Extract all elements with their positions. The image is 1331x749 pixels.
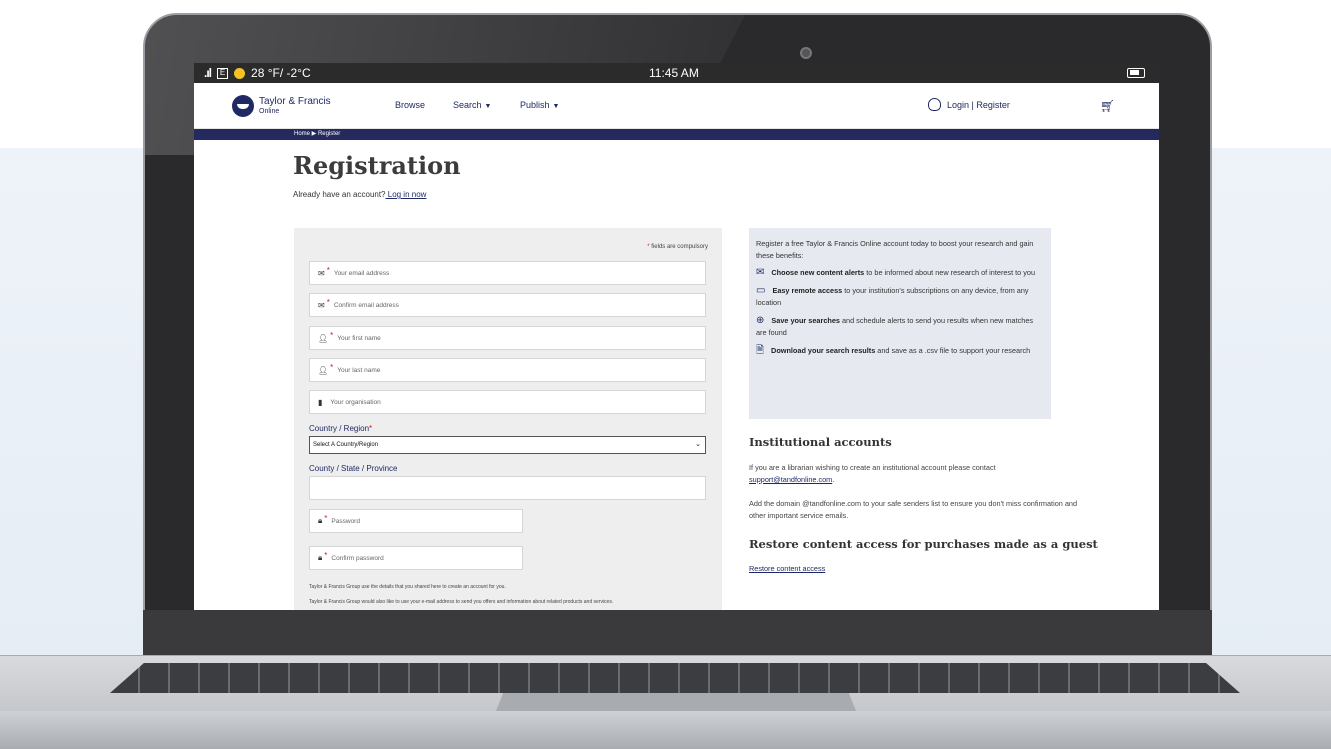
privacy-note-2: Taylor & Francis Group would also like t…	[309, 599, 614, 605]
country-label-text: Country / Region	[309, 424, 370, 433]
benefit-content-alerts: ✉ Choose new content alerts to be informe…	[756, 267, 1044, 279]
confirm-password-field[interactable]: 🔒︎ * Confirm password	[309, 546, 523, 570]
person-icon: 👤︎	[318, 365, 329, 375]
required-asterisk: *	[324, 550, 328, 560]
benefits-intro: Register a free Taylor & Francis Online …	[756, 239, 1034, 260]
required-asterisk: *	[324, 513, 328, 523]
benefit-title: Save your searches	[771, 316, 840, 325]
envelope-icon: ✉	[318, 300, 325, 310]
country-select[interactable]: Select A Country/Region ⌄	[309, 436, 706, 454]
required-asterisk: *	[330, 330, 334, 340]
confirm-email-placeholder: Confirm email address	[333, 301, 399, 309]
log-in-now-link[interactable]: Log in now	[386, 190, 427, 199]
benefit-text: and save as a .csv file to support your …	[875, 346, 1031, 355]
user-icon	[928, 98, 941, 111]
email-placeholder: Your email address	[333, 269, 390, 277]
last-name-field[interactable]: 👤︎ * Your last name	[309, 358, 706, 382]
required-asterisk: *	[330, 362, 334, 372]
webcam-icon	[800, 47, 812, 59]
nav-publish-label: Publish	[520, 100, 550, 110]
benefit-text: to be informed about new research of int…	[864, 268, 1036, 277]
logo-title: Taylor & Francis	[259, 96, 331, 107]
network-type-icon: E	[217, 67, 229, 79]
main-content: Registration Already have an account? Lo…	[194, 140, 1159, 610]
trackpad	[496, 693, 856, 711]
keyboard	[110, 663, 1240, 693]
password-placeholder: Password	[331, 517, 360, 525]
compulsory-note-text: fields are compulsory	[651, 244, 708, 250]
already-account-label: Already have an account?	[293, 190, 386, 199]
nav-search[interactable]: Search ▼	[453, 100, 491, 110]
cart-icon[interactable]: 🛒︎	[1100, 99, 1115, 113]
last-name-placeholder: Your last name	[337, 366, 381, 374]
search-plus-icon: ⊕	[756, 315, 765, 326]
nav-search-label: Search	[453, 100, 482, 110]
site-header: Taylor & Francis Online Browse Search ▼ P…	[194, 83, 1159, 129]
laptop-bezel-bottom	[143, 610, 1212, 661]
weather-readout: 28 °F/ -2°C	[251, 66, 311, 80]
institutional-accounts-heading: Institutional accounts	[749, 435, 892, 449]
building-icon: ▮	[318, 397, 323, 407]
first-name-field[interactable]: 👤︎ * Your first name	[309, 326, 706, 350]
benefit-remote-access: ▭ Easy remote access to your institution'…	[756, 285, 1044, 309]
chevron-down-icon: ⌄	[695, 441, 701, 448]
required-asterisk: *	[369, 424, 373, 433]
required-asterisk: *	[326, 265, 330, 275]
restore-content-access-link[interactable]: Restore content access	[749, 564, 825, 573]
benefits-panel: Register a free Taylor & Francis Online …	[749, 228, 1051, 419]
logo-emblem-icon	[232, 95, 254, 117]
confirm-email-field[interactable]: ✉ * Confirm email address	[309, 293, 706, 317]
envelope-icon: ✉	[756, 267, 765, 278]
benefit-title: Choose new content alerts	[771, 268, 865, 277]
required-asterisk: *	[326, 297, 330, 307]
sun-icon	[234, 67, 246, 79]
nav-publish[interactable]: Publish ▼	[520, 100, 559, 110]
laptop-icon: ▭	[756, 285, 766, 296]
country-selected-value: Select A Country/Region	[313, 442, 379, 448]
privacy-note-1: Taylor & Francis Group use the details t…	[309, 584, 506, 590]
file-download-icon: 🗎	[756, 345, 765, 356]
battery-icon	[1127, 68, 1145, 78]
compulsory-note: * fields are compulsory	[647, 244, 708, 250]
lock-icon: 🔒︎	[318, 553, 323, 562]
breadcrumb[interactable]: Home ▶ Register	[194, 129, 1159, 140]
benefit-download-results: 🗎 Download your search results and save a…	[756, 345, 1044, 357]
email-field[interactable]: ✉ * Your email address	[309, 261, 706, 285]
logo-subtitle: Online	[259, 108, 280, 115]
signal-icon: .ıl	[204, 66, 212, 80]
restore-access-heading: Restore content access for purchases mad…	[749, 537, 1098, 551]
already-account-text: Already have an account? Log in now	[293, 190, 426, 199]
chevron-down-icon: ▼	[484, 103, 492, 110]
benefit-title: Download your search results	[771, 346, 876, 355]
login-register-link[interactable]: Login | Register	[928, 98, 1010, 111]
registration-form: * fields are compulsory ✉ * Your email ad…	[294, 228, 722, 610]
county-field[interactable]	[309, 476, 706, 500]
person-icon: 👤︎	[318, 333, 329, 343]
password-field[interactable]: 🔒︎ * Password	[309, 509, 523, 533]
benefit-save-searches: ⊕ Save your searches and schedule alerts …	[756, 315, 1044, 339]
nav-browse[interactable]: Browse	[395, 100, 425, 110]
benefit-title: Easy remote access	[772, 286, 843, 295]
envelope-icon: ✉	[318, 268, 325, 278]
support-email-link[interactable]: support@tandfonline.com	[749, 475, 832, 484]
safe-senders-text: Add the domain @tandfonline.com to your …	[749, 499, 1078, 520]
organisation-placeholder: Your organisation	[330, 398, 381, 406]
institutional-contact-text: If you are a librarian wishing to create…	[749, 463, 996, 484]
county-label: County / State / Province	[309, 464, 398, 473]
institutional-contact-label: If you are a librarian wishing to create…	[749, 463, 996, 472]
login-register-label: Login | Register	[947, 99, 1010, 110]
organisation-field[interactable]: ▮ Your organisation	[309, 390, 706, 414]
page-title: Registration	[293, 151, 461, 180]
laptop-base-front	[0, 711, 1331, 749]
lock-icon: 🔒︎	[318, 516, 323, 525]
site-logo[interactable]: Taylor & Francis Online	[232, 95, 331, 117]
clock: 11:45 AM	[649, 66, 699, 80]
chevron-down-icon: ▼	[552, 103, 560, 110]
laptop-screen: .ıl E 28 °F/ -2°C 11:45 AM Taylor & Fran…	[194, 63, 1159, 610]
country-label: Country / Region*	[309, 424, 372, 433]
confirm-password-placeholder: Confirm password	[331, 554, 384, 562]
device-status-bar: .ıl E 28 °F/ -2°C 11:45 AM	[194, 63, 1159, 83]
first-name-placeholder: Your first name	[337, 334, 381, 342]
